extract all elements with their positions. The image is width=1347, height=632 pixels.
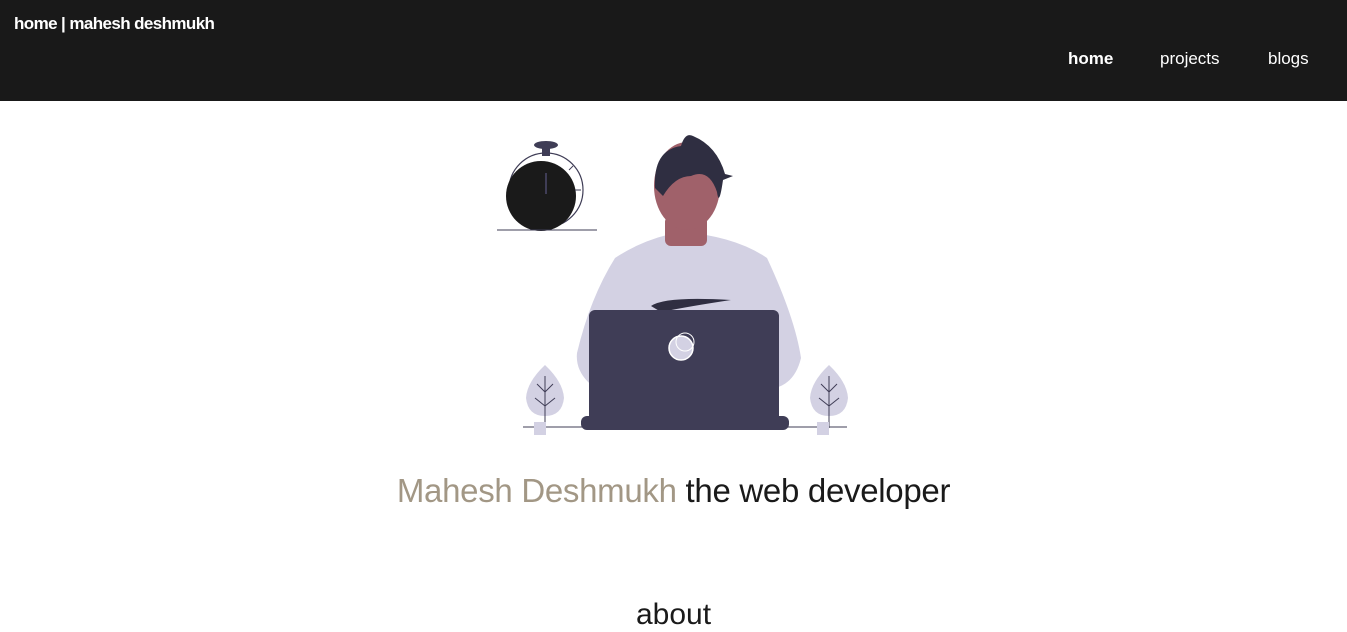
hero-name: Mahesh Deshmukh — [396, 472, 677, 509]
hero-headline: Mahesh Deshmukh the web developer — [0, 472, 1347, 510]
nav-link-blogs[interactable]: blogs — [1268, 49, 1309, 69]
person-with-laptop-illustration — [497, 135, 848, 435]
plant-icon — [810, 365, 848, 435]
stopwatch-icon — [497, 141, 597, 231]
plant-icon — [526, 365, 564, 435]
top-navbar: home | mahesh deshmukh home projects blo… — [0, 0, 1347, 101]
site-brand-link[interactable]: home | mahesh deshmukh — [14, 14, 215, 34]
hero-tagline: the web developer — [676, 472, 951, 509]
nav-link-home[interactable]: home — [1068, 49, 1113, 69]
hero-illustration — [495, 128, 855, 438]
nav-link-projects[interactable]: projects — [1160, 49, 1220, 69]
about-section-heading: about — [635, 598, 712, 631]
